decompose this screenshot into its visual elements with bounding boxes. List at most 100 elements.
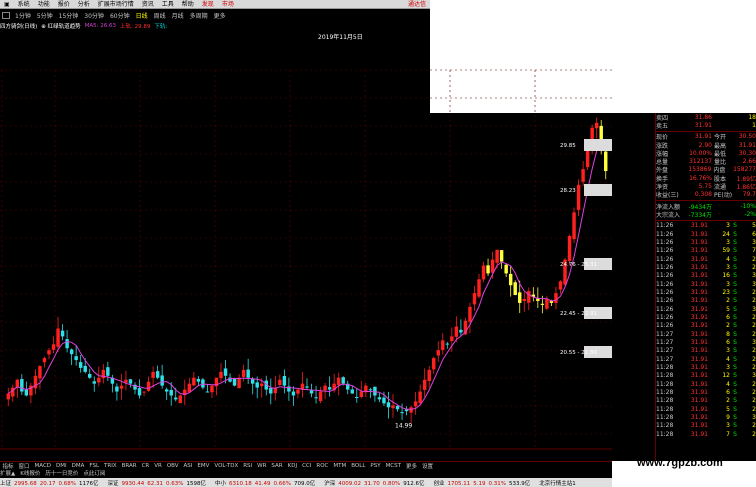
app-icon[interactable]: ▣ [0, 0, 14, 9]
tick-row[interactable]: 11:26 31.91 2 S 2 [656, 297, 756, 305]
menu-help[interactable]: 帮助 [178, 0, 198, 9]
indicator-tab-dma[interactable]: DMA [69, 463, 87, 469]
indicator-tab-fsl[interactable]: FSL [87, 463, 102, 469]
period-bar: 1分钟 5分钟 15分钟 30分钟 60分钟 日线 周线 月线 多周期 更多 [0, 11, 430, 20]
menu-market[interactable]: 市场 [218, 0, 238, 9]
news-item[interactable]: K线报价 [20, 469, 40, 477]
tick-row[interactable]: 11:27 31.91 8 S 2 [656, 330, 756, 338]
indicator-tab-wr[interactable]: WR [255, 463, 269, 469]
tick-side: S [733, 230, 737, 238]
indicator-tab-macd[interactable]: MACD [32, 463, 54, 469]
tick-row[interactable]: 11:28 31.91 5 S 2 [656, 405, 756, 413]
index-quote[interactable]: 上证 2995.68 20.17 0.68% 1176亿 [0, 479, 102, 487]
tick-row[interactable]: 11:26 31.91 24 S 6 [656, 230, 756, 238]
indicator-tab-rsi[interactable]: RSI [241, 463, 255, 469]
candle-body [540, 303, 545, 305]
tick-row[interactable]: 11:26 31.91 3 S 2 [656, 263, 756, 271]
indicator-tab-brar[interactable]: BRAR [119, 463, 139, 469]
tick-count: 2 [752, 288, 756, 296]
menu-tools[interactable]: 工具 [158, 0, 178, 9]
menu-analysis[interactable]: 分析 [74, 0, 94, 9]
kline-svg[interactable]: 2019年4567891029.8528.2324.76 - 25.3122.4… [0, 30, 612, 451]
layout-icon[interactable] [2, 12, 10, 19]
indicator-tab-emv[interactable]: EMV [195, 463, 212, 469]
tick-row[interactable]: 11:26 31.91 3 S 5 [656, 222, 756, 230]
indicator-tab-dmi[interactable]: DMI [54, 463, 70, 469]
tick-row[interactable]: 11:27 31.91 3 S 2 [656, 347, 756, 355]
tick-row[interactable]: 11:26 31.91 6 S 2 [656, 313, 756, 321]
indicator-tab-vr[interactable]: VR [152, 463, 165, 469]
tick-row[interactable]: 11:26 31.91 23 S 2 [656, 288, 756, 296]
candle-body [101, 369, 106, 379]
indicator-tab-vol-tdx[interactable]: VOL-TDX [212, 463, 241, 469]
tick-volume: 9 [726, 414, 730, 422]
menu-system[interactable]: 系统 [14, 0, 34, 9]
tick-row[interactable]: 11:28 31.91 2 S 2 [656, 397, 756, 405]
indicator-tab-mcst[interactable]: MCST [383, 463, 403, 469]
candle-body [459, 329, 463, 333]
tick-row[interactable]: 11:28 31.91 4 S 2 [656, 380, 756, 388]
period-60min[interactable]: 60分钟 [107, 11, 133, 20]
tick-row[interactable]: 11:28 31.91 3 S 2 [656, 363, 756, 371]
tick-row[interactable]: 11:28 31.91 12 S 3 [656, 372, 756, 380]
index-quote-part: 6310.18 [229, 480, 252, 487]
indicator-tab-trix[interactable]: TRIX [102, 463, 120, 469]
indicator-tab-sar[interactable]: SAR [269, 463, 285, 469]
indicator-tab-asi[interactable]: ASI [181, 463, 195, 469]
candle-body [427, 369, 431, 382]
server-status[interactable]: 北京行情主站1 [539, 479, 576, 487]
menu-function[interactable]: 功能 [34, 0, 54, 9]
indicator-tab-psy[interactable]: PSY [368, 463, 383, 469]
indicator-tab-mtm[interactable]: MTM [331, 463, 349, 469]
menu-extended-market[interactable]: 扩展市场行情 [94, 0, 138, 9]
indicator-tab-cci[interactable]: CCI [300, 463, 314, 469]
news-item[interactable]: 历十一日竞价 [45, 469, 78, 477]
indicator-tab-boll[interactable]: BOLL [349, 463, 368, 469]
indicator-tab-obv[interactable]: OBV [164, 463, 181, 469]
menu-quote[interactable]: 报价 [54, 0, 74, 9]
indicator-tab-cr[interactable]: CR [139, 463, 152, 469]
tick-row[interactable]: 11:28 31.91 7 S 2 [656, 430, 756, 438]
tick-row[interactable]: 11:26 31.91 2 S 2 [656, 322, 756, 330]
tick-row[interactable]: 11:26 31.91 5 S 3 [656, 305, 756, 313]
tick-row[interactable]: 11:28 31.91 3 S 2 [656, 422, 756, 430]
candle-body [395, 406, 400, 410]
tick-row[interactable]: 11:26 31.91 16 S 3 [656, 272, 756, 280]
tick-row[interactable]: 11:28 31.91 9 S 3 [656, 413, 756, 421]
period-30min[interactable]: 30分钟 [81, 11, 107, 20]
index-quote[interactable]: 深证 9930.44 62.31 0.63% 1598亿 [108, 479, 210, 487]
news-item[interactable]: 点此订阅 [83, 469, 105, 477]
tick-row[interactable]: 11:27 31.91 4 S 2 [656, 355, 756, 363]
period-daily[interactable]: 日线 [133, 11, 151, 20]
index-quote[interactable]: 中小 6310.18 41.49 0.66% 709.0亿 [215, 479, 318, 487]
indicator-tab-roc[interactable]: ROC [314, 463, 331, 469]
menu-discover[interactable]: 发现 [198, 0, 218, 9]
tick-side: S [733, 297, 737, 305]
tick-row[interactable]: 11:26 31.91 4 S 2 [656, 255, 756, 263]
candle-body [15, 379, 20, 388]
tick-row[interactable]: 11:28 31.91 6 S 2 [656, 388, 756, 396]
tick-row[interactable]: 11:26 31.91 59 S 7 [656, 247, 756, 255]
indicator-tab-kdj[interactable]: KDJ [285, 463, 299, 469]
period-more[interactable]: 更多 [211, 11, 229, 20]
tick-row[interactable]: 11:26 31.91 3 S 3 [656, 280, 756, 288]
index-quote[interactable]: 创业 1705.11 5.19 0.31% 533.9亿 [434, 479, 534, 487]
period-weekly[interactable]: 周线 [151, 11, 169, 20]
menu-news[interactable]: 资讯 [138, 0, 158, 9]
tick-price: 31.91 [690, 422, 708, 430]
stat-row: 收益(三) 0.308 PE(动) 79.7 [656, 191, 756, 199]
period-monthly[interactable]: 月线 [169, 11, 187, 20]
tick-row[interactable]: 11:26 31.91 3 S 3 [656, 238, 756, 246]
period-multi[interactable]: 多周期 [187, 11, 211, 20]
candle-body [282, 375, 287, 386]
index-quote[interactable]: 沪深 4009.02 31.70 0.80% 912.6亿 [324, 479, 427, 487]
period-1min[interactable]: 1分钟 [12, 11, 34, 20]
index-quote-part: 41.49 [254, 480, 271, 487]
indicator-label[interactable]: ⊕ 红绿轨道趋势 [41, 22, 80, 30]
period-15min[interactable]: 15分钟 [56, 11, 82, 20]
period-5min[interactable]: 5分钟 [34, 11, 56, 20]
index-quote-part: 912.6亿 [403, 480, 425, 487]
kline-chart[interactable]: 2019年4567891029.8528.2324.76 - 25.3122.4… [0, 30, 612, 451]
news-item[interactable]: 扩展▲ [0, 469, 15, 477]
tick-row[interactable]: 11:27 31.91 6 S 3 [656, 338, 756, 346]
